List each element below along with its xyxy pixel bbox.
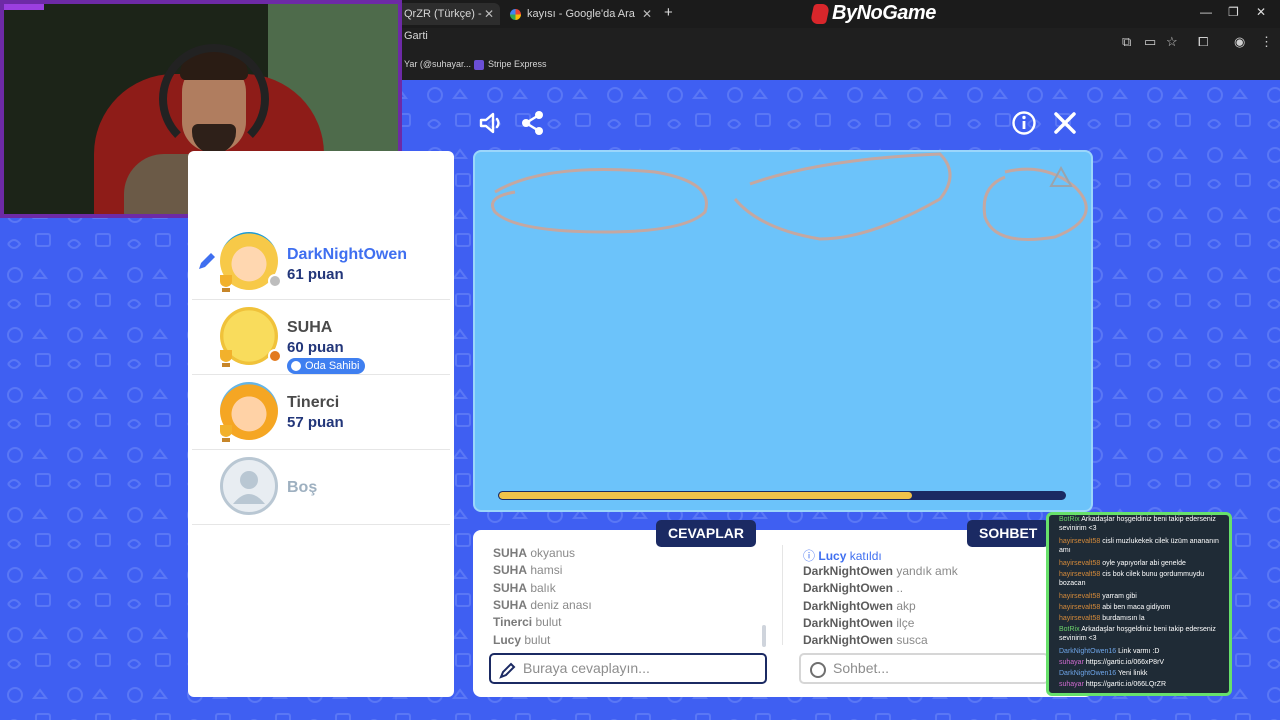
answer-message: Tinerci bulut [493,615,562,629]
tab-google[interactable]: kayısı - Google'da Ara ✕ [502,3,658,25]
answer-placeholder: Buraya cevaplayın... [523,660,650,676]
player-list: DarkNightOwen 61 puan SUHA 60 puan Oda S… [188,151,454,697]
stream-chat-overlay: BotRix Arkadaşlar hoşgeldiniz beni takip… [1046,512,1232,696]
close-window-icon[interactable]: ✕ [1256,5,1266,19]
bookmark-star-icon[interactable]: ☆ [1166,34,1178,50]
stream-chat-line: BotRix Arkadaşlar hoşgeldiniz beni takip… [1059,626,1216,642]
trophy-icon [220,275,232,292]
answer-input[interactable]: Buraya cevaplayın... [489,653,767,684]
pencil-icon [499,662,516,679]
stream-chat-line: hayirsevalt58 cis bok cilek bunu gordumm… [1059,571,1205,587]
sound-icon[interactable] [478,110,504,136]
stream-chat-line: hayirsevalt58 burdamısın la [1059,615,1145,622]
status-dot [268,349,282,363]
translate-icon[interactable]: ⧉ [1122,34,1131,50]
tab-title: kayısı - Google'da Ara [527,8,635,20]
chat-placeholder: Sohbet... [833,660,890,676]
stream-chat-line: suhayar https://gartic.io/066LQrZR [1059,681,1167,688]
info-icon[interactable] [1011,110,1037,136]
answer-message: SUHA balık [493,581,556,595]
round-timer-bar [498,491,1066,500]
stream-chat-line: hayirsevalt58 cisli muzlukekek cilek üzü… [1059,538,1219,554]
chat-message: DarkNightOwen ilçe [803,616,915,630]
chat-message: DarkNightOwen yandık amk [803,564,958,578]
chat-input[interactable]: Sohbet... [799,653,1049,684]
answer-message: SUHA deniz anası [493,598,592,612]
player-name: DarkNightOwen [287,246,408,263]
player-row-empty: Boş [192,451,450,525]
close-icon[interactable]: ✕ [642,3,652,25]
stream-chat-line: hayirsevalt58 abi ben maca gidiyom [1059,604,1171,611]
chat-bubble-icon [810,662,826,678]
drawing-strokes [491,152,1088,241]
status-dot [268,274,282,288]
chat-message: DarkNightOwen .. [803,581,904,595]
stream-chat-line: BotRix Arkadaşlar hoşgeldiniz beni takip… [1059,516,1216,532]
player-name: Tinerci [287,394,340,411]
stream-chat-line: DarkNightOwen16 Yeni linkk [1059,670,1148,677]
empty-slot-label: Boş [287,479,318,496]
stripe-icon [474,59,484,70]
player-row[interactable]: DarkNightOwen 61 puan [192,226,450,300]
drawing-canvas[interactable] [473,150,1093,512]
stream-chat-line: hayirsevalt58 oyle yapıyorlar abi geneld… [1059,560,1186,567]
minimize-icon[interactable]: — [1200,5,1212,19]
panel-divider [782,545,783,645]
player-score: 57 puan [287,414,344,431]
bynogame-mark-icon [809,3,831,24]
close-icon[interactable]: ✕ [484,3,494,25]
pencil-icon [199,253,215,269]
chat-message: DarkNightOwen akp [803,599,916,613]
close-icon[interactable] [1052,110,1078,136]
google-icon [510,8,521,20]
info-icon: ⓘ [803,549,816,563]
room-owner-badge: Oda Sahibi [287,358,366,374]
brand-text: ByNoGame [832,2,936,24]
headset-icon [159,44,269,154]
round-timer-fill [499,492,913,499]
answers-scrollbar[interactable] [762,625,766,647]
chat-system-message: ⓘ Lucy katıldı [803,549,882,563]
player-score: 60 puan [287,339,344,356]
stream-chat-line: hayirsevalt58 yarram gibi [1059,593,1137,600]
tab-chat[interactable]: SOHBET [967,520,1050,547]
extensions-icon[interactable]: ⧠ [1198,34,1208,50]
profile-icon[interactable]: ◉ [1234,34,1245,50]
answer-message: SUHA hamsi [493,563,563,577]
player-name: SUHA [287,319,333,336]
trophy-icon [220,350,232,367]
stream-chat-line: suhayar https://gartic.io/066xP8rV [1059,659,1165,666]
answer-message: Lucy bulut [493,633,551,647]
tab-gartic[interactable]: QrZR (Türkçe) - Garti ✕ [396,3,500,42]
answer-message: SUHA okyanus [493,546,576,560]
bynogame-logo: ByNoGame [809,2,936,25]
menu-icon[interactable]: ⋮ [1260,34,1273,50]
trophy-icon [220,425,232,442]
bookmark-item[interactable]: Stripe Express [474,59,547,70]
empty-avatar-icon [220,457,278,515]
player-score: 61 puan [287,266,344,283]
player-row[interactable]: SUHA 60 puan Oda Sahibi [192,301,450,375]
bookmark-item[interactable]: Yar (@suhayar... [404,59,471,69]
chat-message: DarkNightOwen susca [803,633,928,647]
new-tab-button[interactable]: + [664,4,673,21]
tab-title: QrZR (Türkçe) - Garti [404,8,482,42]
stream-chat-line: DarkNightOwen16 Link varmı :D [1059,648,1160,655]
tab-answers[interactable]: CEVAPLAR [656,520,756,547]
cast-icon[interactable]: ▭ [1144,34,1156,50]
maximize-icon[interactable]: ❐ [1228,5,1239,19]
player-row[interactable]: Tinerci 57 puan [192,376,450,450]
share-icon[interactable] [520,110,546,136]
